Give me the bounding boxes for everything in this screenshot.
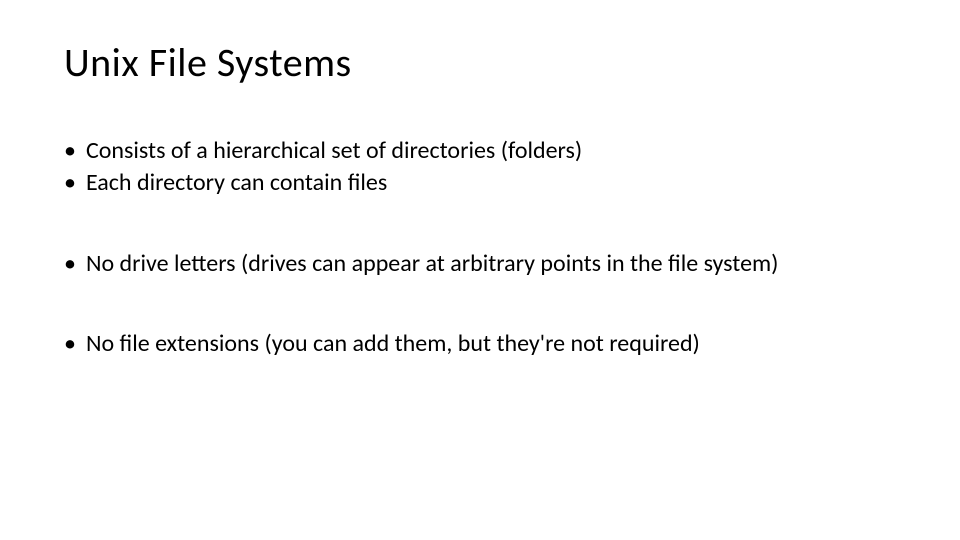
slide-title: Unix File Systems <box>64 38 896 87</box>
bullet-text: Each directory can contain files <box>86 167 896 199</box>
bullet-group-2: • No drive letters (drives can appear at… <box>64 248 896 280</box>
bullet-icon: • <box>64 248 76 280</box>
bullet-group-1: • Consists of a hierarchical set of dire… <box>64 135 896 200</box>
bullet-icon: • <box>64 135 76 167</box>
bullet-text: Consists of a hierarchical set of direct… <box>86 135 896 167</box>
bullet-item: • Consists of a hierarchical set of dire… <box>64 135 896 167</box>
bullet-text: No file extensions (you can add them, bu… <box>86 328 896 360</box>
bullet-item: • Each directory can contain files <box>64 167 896 199</box>
bullet-icon: • <box>64 167 76 199</box>
bullet-icon: • <box>64 328 76 360</box>
bullet-group-3: • No file extensions (you can add them, … <box>64 328 896 360</box>
bullet-text: No drive letters (drives can appear at a… <box>86 248 896 280</box>
bullet-item: • No file extensions (you can add them, … <box>64 328 896 360</box>
bullet-item: • No drive letters (drives can appear at… <box>64 248 896 280</box>
